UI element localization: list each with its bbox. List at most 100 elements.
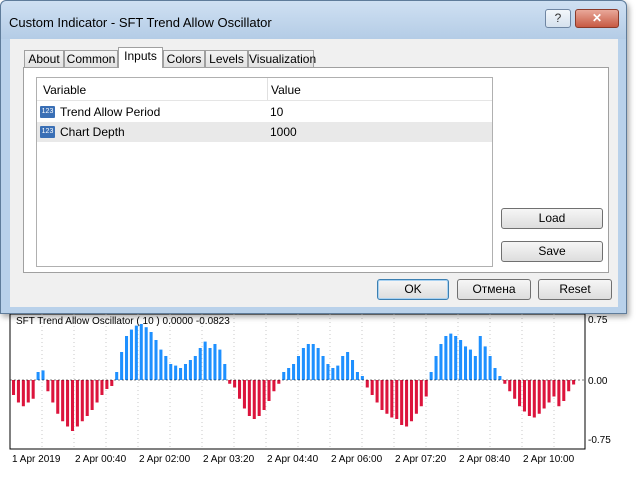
oscillator-bar (85, 380, 89, 416)
oscillator-bar (405, 380, 409, 427)
oscillator-bar (508, 380, 512, 392)
inputs-panel: Variable Value 123 Trend Allow Period 10… (23, 67, 609, 273)
oscillator-bar (395, 380, 399, 419)
help-button[interactable]: ? (545, 9, 571, 28)
oscillator-bar (439, 344, 443, 380)
oscillator-bar (414, 380, 418, 414)
x-tick-label: 2 Apr 06:00 (331, 454, 383, 465)
tab-colors[interactable]: Colors (163, 50, 205, 67)
y-tick-label: 0.75 (588, 315, 608, 326)
oscillator-bar (144, 327, 148, 380)
oscillator-bar (75, 380, 79, 427)
oscillator-bar (370, 380, 374, 395)
tab-about[interactable]: About (24, 50, 64, 67)
tab-common[interactable]: Common (64, 50, 118, 67)
oscillator-bar (193, 356, 197, 380)
tab-inputs[interactable]: Inputs (118, 47, 163, 68)
oscillator-bar (429, 372, 433, 380)
oscillator-bar (375, 380, 379, 403)
oscillator-bar (242, 380, 246, 409)
y-tick-label: 0.00 (588, 376, 608, 387)
oscillator-bar (537, 380, 541, 414)
oscillator-bar (341, 356, 345, 380)
title-bar[interactable]: Custom Indicator - SFT Trend Allow Oscil… (1, 1, 626, 39)
oscillator-bar (203, 341, 207, 380)
oscillator-bar (552, 380, 556, 397)
y-tick-label: -0.75 (588, 435, 611, 446)
oscillator-bar (390, 380, 394, 418)
oscillator-bar (503, 380, 507, 384)
cancel-button[interactable]: Отмена (457, 279, 531, 300)
oscillator-bar (134, 325, 138, 380)
x-tick-label: 2 Apr 08:40 (459, 454, 511, 465)
variable-name: Trend Allow Period (60, 105, 161, 119)
oscillator-bar (252, 380, 256, 419)
column-divider[interactable] (267, 78, 268, 100)
oscillator-bar (257, 380, 261, 416)
oscillator-bar (498, 376, 502, 380)
grid-header: Variable Value (37, 78, 492, 101)
oscillator-bar (164, 356, 168, 380)
oscillator-bar (287, 368, 291, 380)
oscillator-bar (562, 380, 566, 401)
oscillator-bar (532, 380, 536, 418)
x-tick-label: 2 Apr 04:40 (267, 454, 319, 465)
reset-button[interactable]: Reset (538, 279, 612, 300)
oscillator-bar (424, 380, 428, 397)
oscillator-bar (26, 380, 30, 403)
oscillator-bar (208, 348, 212, 380)
close-button[interactable]: ✕ (575, 9, 619, 28)
oscillator-bar (238, 380, 242, 399)
oscillator-bar (326, 364, 330, 380)
tab-levels[interactable]: Levels (205, 50, 248, 67)
load-button[interactable]: Load (501, 208, 603, 229)
oscillator-bar (183, 364, 188, 380)
oscillator-bar (56, 380, 60, 414)
oscillator-bar (557, 380, 561, 407)
oscillator-bar (316, 348, 320, 380)
save-button[interactable]: Save (501, 241, 603, 262)
oscillator-bar (159, 349, 163, 380)
column-header-variable[interactable]: Variable (43, 83, 86, 97)
oscillator-bar (459, 340, 463, 380)
oscillator-bar (228, 380, 232, 384)
variable-value[interactable]: 1000 (270, 125, 297, 139)
oscillator-bar (301, 348, 305, 380)
oscillator-bar (16, 380, 20, 403)
oscillator-bar (282, 372, 286, 380)
grid-row[interactable]: 123 Trend Allow Period 10 (37, 102, 492, 122)
ok-button[interactable]: OK (377, 279, 449, 300)
oscillator-bar (385, 380, 389, 414)
oscillator-bar (213, 344, 217, 380)
oscillator-bar (95, 380, 99, 403)
oscillator-bar (444, 336, 448, 380)
oscillator-bar (434, 356, 438, 380)
oscillator-bar (311, 344, 315, 380)
tab-visualization[interactable]: Visualization (248, 50, 316, 67)
oscillator-bar (449, 333, 453, 380)
oscillator-bar (66, 380, 70, 427)
x-tick-label: 1 Apr 2019 (12, 454, 61, 465)
oscillator-bar (292, 364, 296, 380)
oscillator-bar (380, 380, 384, 410)
oscillator-bar (306, 344, 310, 380)
oscillator-bar (169, 364, 173, 380)
oscillator-bar (100, 380, 104, 395)
variable-value[interactable]: 10 (270, 105, 283, 119)
oscillator-bar (272, 380, 276, 392)
oscillator-bar (247, 380, 251, 416)
oscillator-bar (400, 380, 404, 425)
oscillator-bar (331, 368, 335, 380)
oscillator-bar (454, 336, 458, 380)
oscillator-bar (351, 360, 355, 380)
oscillator-bar (419, 380, 423, 407)
oscillator-bar (110, 380, 114, 386)
column-header-value[interactable]: Value (271, 83, 301, 97)
oscillator-bar (488, 356, 492, 380)
integer-type-icon: 123 (40, 106, 55, 118)
x-tick-label: 2 Apr 07:20 (395, 454, 447, 465)
oscillator-bar (478, 336, 482, 380)
oscillator-bar (321, 356, 325, 380)
x-tick-label: 2 Apr 02:00 (139, 454, 191, 465)
grid-row[interactable]: 123 Chart Depth 1000 (37, 122, 492, 142)
